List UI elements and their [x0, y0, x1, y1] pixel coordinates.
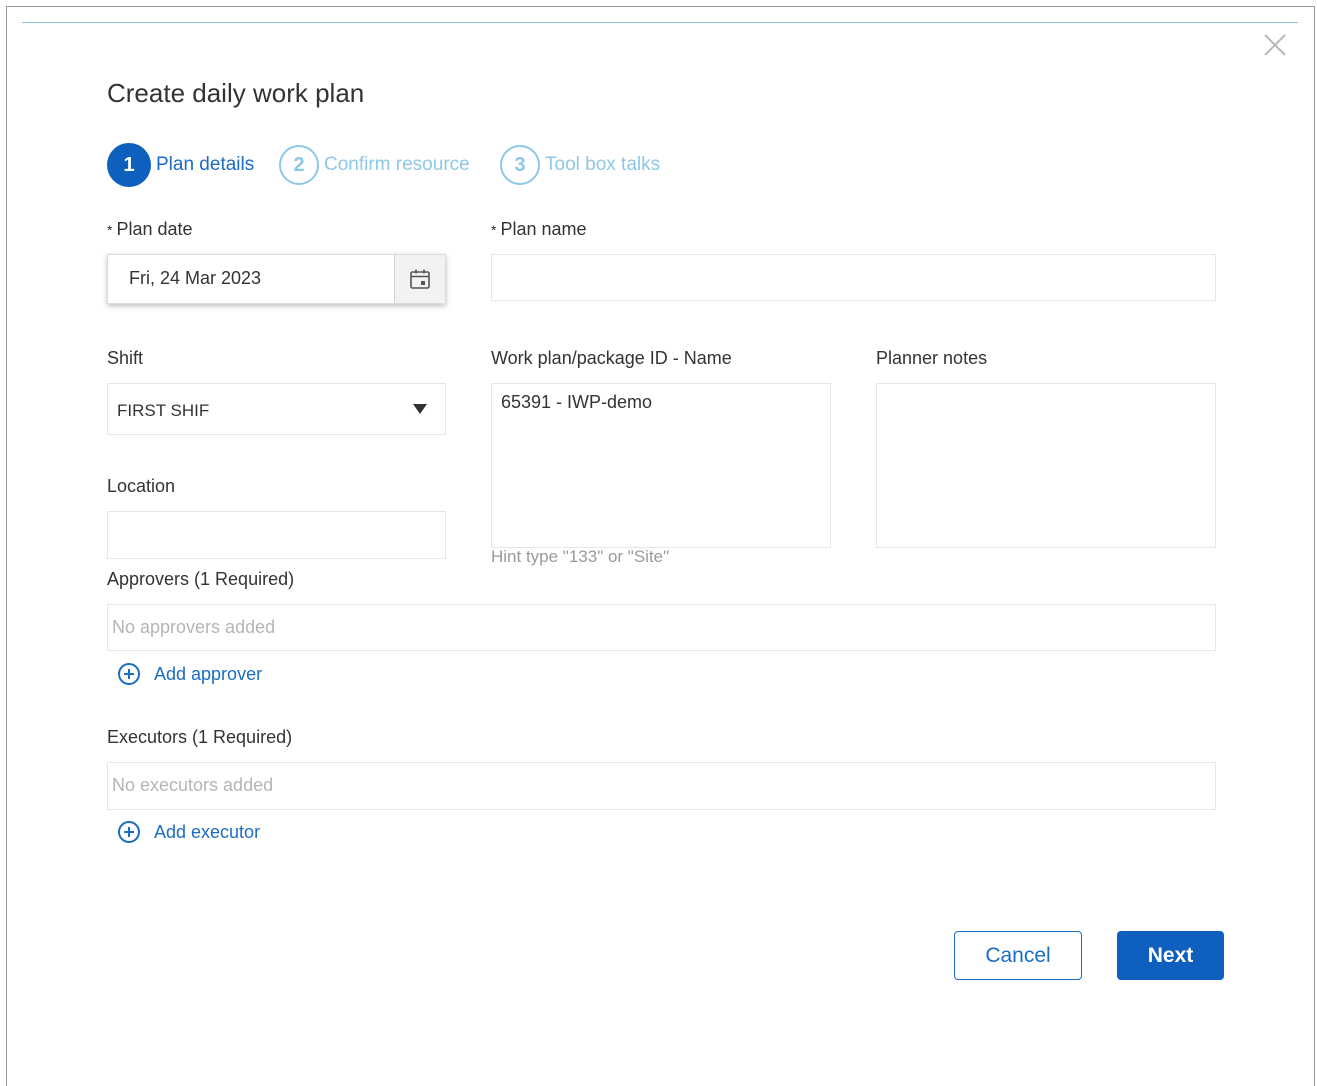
planner-notes-field[interactable]	[876, 383, 1216, 548]
shift-value: FIRST SHIF	[117, 401, 210, 420]
required-marker: *	[107, 222, 113, 239]
approvers-label: Approvers (1 Required)	[107, 569, 295, 589]
step-label: Plan details	[156, 154, 255, 175]
plan-name-label-text: Plan name	[500, 219, 587, 239]
dialog-title: Create daily work plan	[107, 78, 365, 108]
executors-field: No executors added	[107, 762, 1216, 810]
cancel-button[interactable]: Cancel	[954, 931, 1082, 980]
plan-name-label: * Plan name	[491, 219, 587, 240]
step-confirm-resource[interactable]: 2 Confirm resource	[279, 143, 470, 187]
plan-date-label-text: Plan date	[116, 219, 193, 239]
step-label: Tool box talks	[545, 154, 661, 175]
shift-select[interactable]: FIRST SHIF	[107, 383, 446, 435]
add-approver-button[interactable]: Add approver	[118, 663, 262, 685]
add-circle-icon	[118, 663, 140, 685]
work-plan-value: 65391 - IWP-demo	[501, 392, 653, 412]
approvers-field: No approvers added	[107, 604, 1216, 651]
caret-down-icon	[413, 404, 427, 414]
step-plan-details[interactable]: 1 Plan details	[107, 143, 254, 187]
planner-notes-label: Planner notes	[876, 348, 988, 368]
shift-label: Shift	[107, 348, 144, 368]
location-label: Location	[107, 476, 176, 496]
add-executor-button[interactable]: Add executor	[118, 821, 260, 843]
approvers-placeholder: No approvers added	[112, 617, 276, 637]
step-tool-box-talks[interactable]: 3 Tool box talks	[500, 143, 660, 187]
add-executor-label: Add executor	[154, 821, 261, 842]
plan-date-label: * Plan date	[107, 219, 193, 240]
location-input[interactable]	[107, 511, 446, 559]
executors-label: Executors (1 Required)	[107, 727, 293, 747]
work-plan-label: Work plan/package ID - Name	[491, 348, 732, 368]
work-plan-field[interactable]: 65391 - IWP-demo	[491, 383, 831, 548]
step-number: 3	[500, 145, 540, 185]
step-number: 2	[279, 145, 319, 185]
close-icon[interactable]	[1262, 32, 1288, 58]
plan-date-field[interactable]: Fri, 24 Mar 2023	[107, 254, 446, 304]
next-button[interactable]: Next	[1117, 931, 1224, 980]
executors-placeholder: No executors added	[112, 775, 274, 795]
add-circle-icon	[118, 821, 140, 843]
plan-name-input[interactable]	[491, 254, 1216, 301]
work-plan-hint: Hint type "133" or "Site"	[491, 547, 670, 566]
step-number: 1	[107, 143, 151, 187]
dialog-top-border	[22, 22, 1298, 23]
add-approver-label: Add approver	[154, 663, 263, 684]
required-marker: *	[491, 222, 497, 239]
plan-date-value: Fri, 24 Mar 2023	[129, 268, 262, 288]
step-label: Confirm resource	[324, 154, 470, 175]
calendar-icon[interactable]	[394, 255, 445, 303]
